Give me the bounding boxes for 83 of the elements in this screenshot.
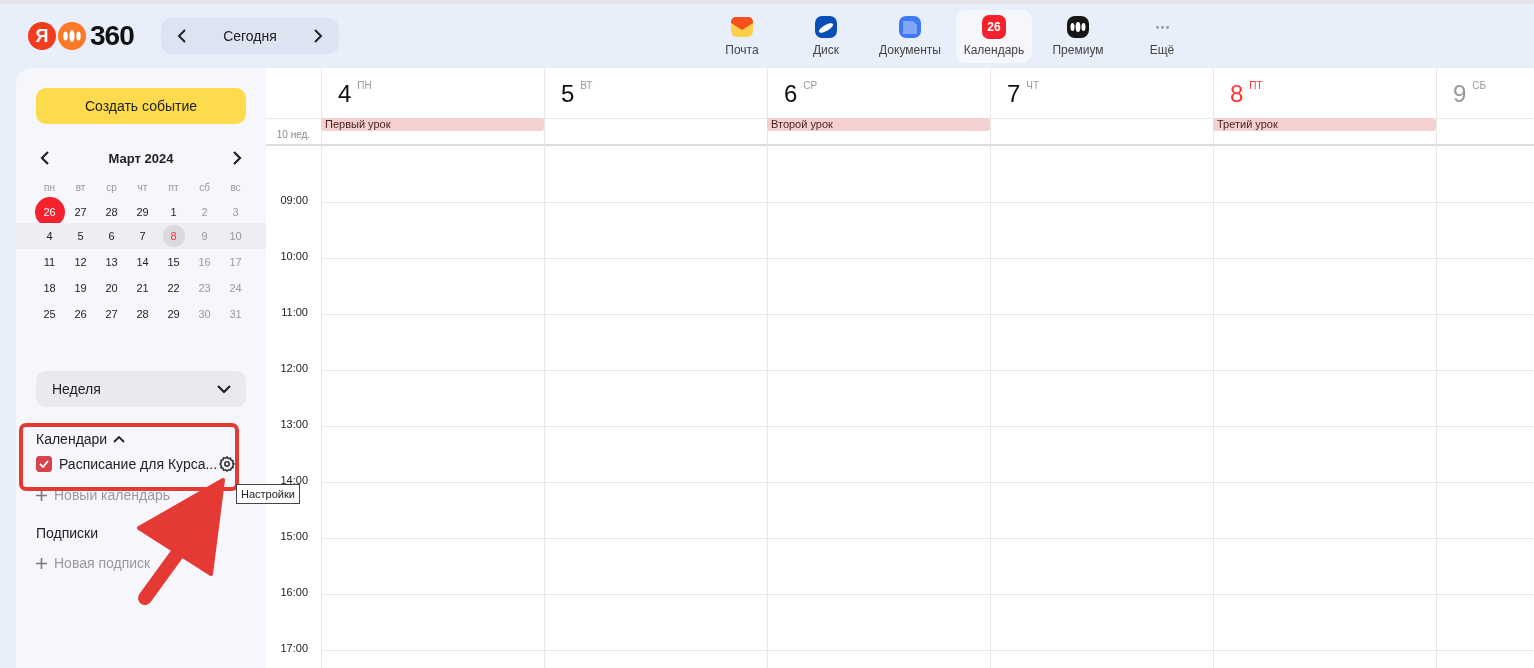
hour-label: 16:00	[280, 586, 308, 598]
event-chip[interactable]: Третий урок	[1213, 118, 1436, 131]
all-day-cell[interactable]: Третий урок	[1213, 118, 1436, 146]
calendar-day[interactable]: 21	[131, 277, 154, 299]
weekday-label: сб	[198, 181, 211, 193]
hour-label: 17:00	[280, 642, 308, 654]
previous-icon[interactable]	[177, 28, 187, 44]
plus-icon	[36, 489, 47, 501]
calendar-day[interactable]: 25	[38, 303, 61, 325]
today-button[interactable]: Сегодня	[219, 24, 281, 48]
calendar-day[interactable]: 5	[69, 225, 92, 247]
tooltip: Настройки	[236, 484, 300, 504]
checkmark-icon	[39, 460, 49, 468]
app-tab[interactable]: Премиум	[1040, 9, 1116, 63]
app-tab[interactable]: Диск	[788, 9, 864, 63]
logo-text: 360	[90, 20, 134, 52]
calendar-day[interactable]: 20	[100, 277, 123, 299]
calendar-day[interactable]: 29	[131, 201, 154, 223]
more-icon	[1155, 25, 1169, 29]
calendars-toggle[interactable]: Календари	[36, 431, 126, 447]
hour-label: 13:00	[280, 418, 308, 430]
create-event-button[interactable]: Создать событие	[36, 88, 246, 124]
view-dropdown[interactable]: Неделя	[36, 371, 246, 407]
calendar-day[interactable]: 12	[69, 251, 92, 273]
calendar-day[interactable]: 15	[162, 251, 185, 273]
calendar-day[interactable]: 1	[162, 201, 185, 223]
calendar-day[interactable]: 19	[69, 277, 92, 299]
next-month-icon[interactable]	[232, 150, 242, 166]
calendar-day[interactable]: 7	[131, 225, 154, 247]
envelope-icon	[730, 15, 754, 39]
hour-label: 09:00	[280, 194, 308, 206]
day-header[interactable]: 5 ВТ	[544, 68, 767, 118]
logo-letter: Я	[28, 22, 56, 50]
day-header[interactable]: 7 ЧТ	[990, 68, 1213, 118]
logo-icon	[58, 22, 86, 50]
app-tab[interactable]: Ещё	[1124, 9, 1200, 63]
week-number: 10 нед.	[276, 129, 311, 140]
weekday-label: чт	[136, 181, 149, 193]
calendar-name[interactable]: Расписание для Курса...	[59, 456, 218, 472]
calendar-day[interactable]: 27	[69, 201, 92, 223]
calendar-day[interactable]: 28	[100, 201, 123, 223]
all-day-cell[interactable]	[990, 118, 1213, 146]
hour-label: 14:00	[280, 474, 308, 486]
calendar-day[interactable]: 18	[38, 277, 61, 299]
hour-label: 11:00	[281, 306, 308, 318]
plus-icon	[36, 557, 47, 569]
month-title: Март 2024	[108, 150, 174, 166]
all-day-cell[interactable]: Второй урок	[767, 118, 990, 146]
app-tab[interactable]: Почта	[704, 9, 780, 63]
calendar-day[interactable]: 29	[162, 303, 185, 325]
premium-icon	[1066, 15, 1090, 39]
weekday-label: пн	[43, 181, 56, 193]
calendar-day[interactable]: 22	[162, 277, 185, 299]
subscriptions-heading: Подписки	[36, 525, 100, 541]
document-icon	[898, 15, 922, 39]
hour-label: 10:00	[280, 250, 308, 262]
chevron-up-icon	[113, 435, 126, 443]
hour-label: 15:00	[280, 530, 308, 542]
calendar-day[interactable]: 6	[100, 225, 123, 247]
event-chip[interactable]: Второй урок	[767, 118, 990, 131]
calendar-icon: 26	[982, 15, 1006, 39]
settings-icon[interactable]	[219, 456, 236, 472]
previous-month-icon[interactable]	[40, 150, 50, 166]
all-day-cell[interactable]: Первый урок	[321, 118, 544, 146]
calendar-day[interactable]: 27	[100, 303, 123, 325]
calendar-day[interactable]: 26	[69, 303, 92, 325]
app-tab[interactable]: 26 Календарь	[956, 9, 1032, 63]
calendar-day[interactable]: 11	[38, 251, 61, 273]
checkbox[interactable]	[36, 456, 52, 472]
next-icon[interactable]	[313, 28, 323, 44]
weekday-label: ср	[105, 181, 118, 193]
event-chip[interactable]: Первый урок	[321, 118, 544, 131]
weekday-label: вт	[74, 181, 87, 193]
calendar-day[interactable]: 4	[38, 225, 61, 247]
weekday-label: вс	[229, 181, 242, 193]
calendar-day[interactable]: 28	[131, 303, 154, 325]
weekday-label: пт	[167, 181, 180, 193]
calendar-day[interactable]: 14	[131, 251, 154, 273]
all-day-cell[interactable]	[544, 118, 767, 146]
app-tab[interactable]: Документы	[872, 9, 948, 63]
calendar-day[interactable]: 13	[100, 251, 123, 273]
chevron-down-icon	[216, 384, 232, 394]
hour-label: 12:00	[280, 362, 308, 374]
